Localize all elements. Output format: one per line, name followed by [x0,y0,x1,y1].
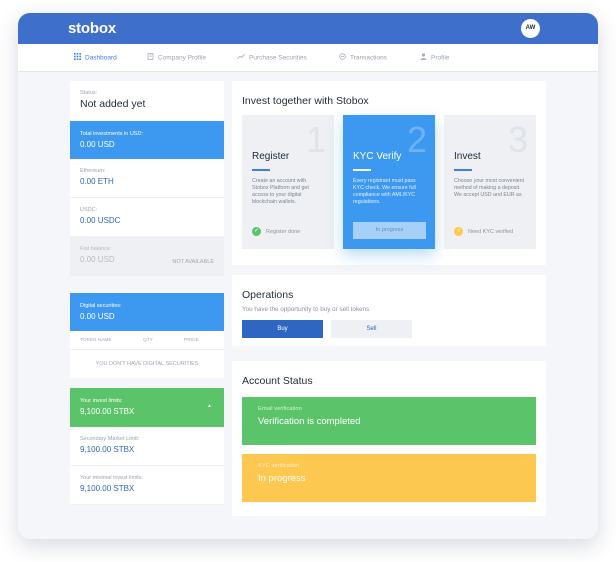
top-bar: stobox AW [18,13,598,44]
minimal-limit-value: 9,100.00 STBX [80,484,135,493]
operations-panel: Operations You have the opportunity to b… [232,275,546,346]
step-number: 3 [507,119,528,160]
step-description: Choose your most convenient method of ma… [454,177,525,198]
minimal-invest-limit-row: Your minimal invest limits: 9,100.00 STB… [70,466,224,505]
stobox-logo[interactable]: stobox [68,20,116,37]
user-icon [420,44,427,72]
pending-icon: ○ [454,227,463,236]
app-window: stobox AW Dashboard Company Profile Purc… [18,13,598,539]
status-card: Status: Not added yet [70,81,224,121]
nav-dashboard[interactable]: Dashboard [74,44,117,72]
kyc-verification-value: In progress [258,473,306,484]
grid-icon [74,44,81,72]
chart-icon [237,44,245,72]
step-invest: 3 Invest Choose your most convenient met… [444,115,536,249]
building-icon [147,44,154,72]
invest-status-text: Need KYC verified [468,228,514,235]
step-register: 1 Register Create an account with Stobox… [242,115,334,249]
operations-title: Operations [242,289,294,301]
step-underline [353,169,371,171]
nav-company-profile[interactable]: Company Profile [147,44,206,72]
kyc-in-progress-button[interactable]: In progress [353,222,426,239]
status-label: Status: [80,90,98,96]
invest-steps-panel: Invest together with Stobox 1 Register C… [232,81,546,265]
check-icon: ✓ [252,227,261,236]
step-description: Every registrant must pass KYC check. We… [353,177,416,206]
total-investments-card: Total investments in USD: 0.00 USD [70,121,224,159]
status-value: Not added yet [80,98,146,110]
col-price: PRICE [184,337,199,343]
register-status: ✓ Register done [252,227,300,236]
digital-securities-label: Digital securities: [80,303,122,309]
chevron-up-icon[interactable]: ▲ [207,403,212,409]
account-status-title: Account Status [242,375,313,387]
ethereum-row: Ethereum: 0.00 ETH [70,159,224,198]
buy-button[interactable]: Buy [242,320,323,338]
not-available-tag: NOT AVAILABLE [172,259,214,265]
main-nav: Dashboard Company Profile Purchase Secur… [18,44,598,72]
step-number: 2 [406,119,427,160]
digital-securities-card: Digital securities: 0.00 USD [70,293,224,331]
operations-subtitle: You have the opportunity to buy or sell … [242,306,370,313]
step-underline [252,169,270,171]
usdc-row: USDC: 0.00 USDC [70,198,224,237]
invest-status: ○ Need KYC verified [454,227,513,236]
operations-buttons: Buy Sell [242,320,536,338]
col-token-name: TOKEN NAME [80,337,112,343]
nav-label: Company Profile [158,54,207,62]
register-status-text: Register done [266,228,301,235]
secondary-market-limit-row: Secondary Market Limit: 9,100.00 STBX [70,427,224,466]
ethereum-label: Ethereum: [80,168,106,174]
email-verification-label: Email verification [258,406,302,412]
kyc-verification-card: KYC verification In progress [242,454,536,502]
nav-label: Profile [431,54,450,62]
email-verification-value: Verification is completed [258,416,361,427]
nav-label: Purchase Securities [249,54,307,62]
total-investments-label: Total investments in USD: [80,131,143,137]
user-avatar[interactable]: AW [521,19,540,38]
usdc-value: 0.00 USDC [80,216,121,225]
invest-limits-label: Your invest limits: [80,398,123,404]
exchange-icon [339,44,346,72]
total-investments-value: 0.00 USD [80,140,115,149]
nav-purchase-securities[interactable]: Purchase Securities [237,44,307,72]
step-description: Create an account with Stobox Platform a… [252,177,309,206]
account-status-panel: Account Status Email verification Verifi… [232,361,546,516]
secondary-limit-label: Secondary Market Limit: [80,436,140,442]
email-verification-card: Email verification Verification is compl… [242,397,536,445]
steps-row: 1 Register Create an account with Stobox… [242,115,536,252]
nav-profile[interactable]: Profile [420,44,449,72]
step-kyc-verify: 2 KYC Verify Every registrant must pass … [343,115,435,249]
invest-limits-value: 9,100.00 STBX [80,407,135,416]
invest-title: Invest together with Stobox [242,95,369,107]
col-qty: QTY [143,337,153,343]
minimal-limit-label: Your minimal invest limits: [80,475,144,481]
nav-label: Dashboard [85,54,117,62]
right-main-column: Invest together with Stobox 1 Register C… [232,81,546,516]
step-number: 1 [305,119,326,160]
sell-button[interactable]: Sell [331,320,412,338]
invest-limits-card[interactable]: Your invest limits: 9,100.00 STBX ▲ [70,388,224,427]
digital-securities-value: 0.00 USD [80,312,115,321]
fiat-balance-label: Fiat balance: [80,246,112,252]
left-summary-column: Status: Not added yet Total investments … [70,81,224,505]
ethereum-value: 0.00 ETH [80,177,114,186]
kyc-verification-label: KYC verification [258,463,300,469]
nav-label: Transactions [350,54,387,62]
secondary-limit-value: 9,100.00 STBX [80,445,135,454]
fiat-balance-row: Fiat balance: 0.00 USD NOT AVAILABLE [70,237,224,276]
usdc-label: USDC: [80,207,98,213]
securities-table-header: TOKEN NAME QTY PRICE [70,331,224,350]
nav-transactions[interactable]: Transactions [339,44,387,72]
empty-securities-note: YOU DON'T HAVE DIGITAL SECURITIES [70,350,224,378]
step-underline [454,169,472,171]
